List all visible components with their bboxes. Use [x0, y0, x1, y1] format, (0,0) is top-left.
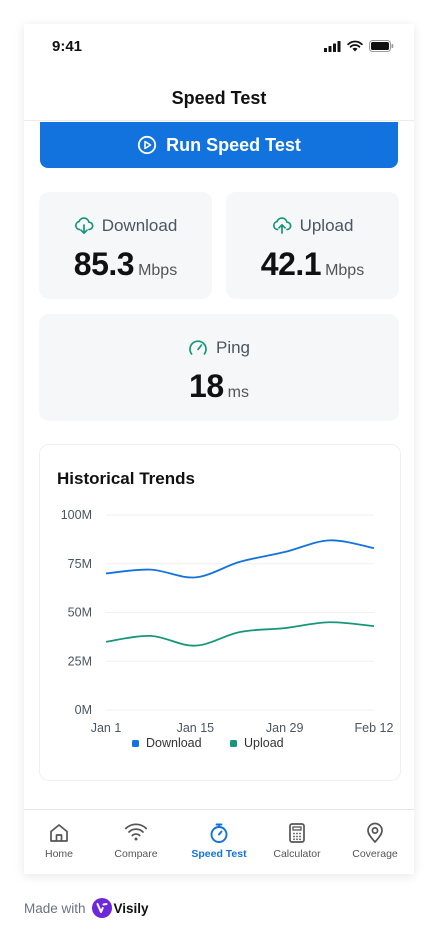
upload-value: 42.1 — [260, 246, 322, 282]
tab-compare-label: Compare — [114, 848, 158, 860]
upload-label: Upload — [299, 216, 354, 235]
bottom-tab-bar: Home Compare Speed Test Calculator Cover… — [24, 809, 414, 874]
x-tick-label: Jan 15 — [177, 721, 215, 735]
tab-speed-test[interactable]: Speed Test — [180, 822, 258, 860]
wifi-status-icon — [347, 40, 363, 52]
wifi-icon — [124, 823, 148, 841]
y-tick-label: 50M — [68, 606, 92, 620]
ping-label: Ping — [215, 338, 251, 357]
cloud-upload-icon — [272, 217, 292, 234]
trend-chart: 0M 25M 50M 75M 100M Jan 1 Jan 15 Jan 29 Feb 12 Do… — [61, 508, 394, 750]
status-icons — [324, 40, 394, 52]
cloud-download-icon — [74, 217, 94, 235]
tab-coverage-label: Coverage — [352, 848, 398, 860]
made-with-label: Made with — [24, 900, 86, 916]
x-tick-label: Jan 1 — [91, 721, 122, 735]
location-pin-icon — [367, 822, 383, 843]
battery-icon — [369, 40, 394, 52]
visily-logo-icon — [91, 898, 112, 918]
upload-card: Upload 42.1 Mbps — [226, 192, 399, 299]
run-button-label: Run Speed Test — [166, 134, 301, 155]
play-circle-icon — [138, 135, 157, 155]
tab-calculator[interactable]: Calculator — [258, 822, 336, 860]
legend-swatch-download — [132, 740, 139, 747]
x-tick-label: Jan 29 — [266, 721, 304, 735]
signal-icon — [324, 40, 341, 52]
visily-logo[interactable]: Visily — [91, 898, 149, 918]
download-unit: Mbps — [138, 262, 178, 279]
series-line-download — [105, 539, 375, 579]
download-value-row: 85.3 Mbps — [39, 246, 212, 283]
download-label: Download — [101, 216, 178, 235]
header: Speed Test — [24, 72, 414, 121]
tab-calculator-label: Calculator — [273, 848, 321, 860]
ping-value-row: 18 ms — [39, 368, 399, 405]
download-value: 85.3 — [73, 246, 135, 282]
run-speed-test-button[interactable]: Run Speed Test — [40, 122, 398, 168]
tab-speed-test-label: Speed Test — [191, 848, 247, 860]
download-header: Download — [39, 216, 212, 236]
legend-label-upload: Upload — [244, 736, 284, 750]
y-tick-label: 100M — [61, 508, 92, 522]
status-time: 9:41 — [52, 38, 83, 55]
tab-compare[interactable]: Compare — [97, 822, 175, 860]
legend-label-download: Download — [146, 736, 202, 750]
made-with-footer: Made with Visily — [24, 898, 149, 918]
ping-value: 18 — [189, 368, 224, 404]
gauge-icon — [189, 340, 207, 355]
home-icon — [50, 824, 68, 842]
legend-swatch-upload — [230, 740, 237, 747]
visily-brand: Visily — [113, 900, 149, 916]
tab-home-label: Home — [44, 848, 73, 860]
y-tick-label: 25M — [68, 654, 92, 668]
historical-trends-card: Historical Trends 0M 25M 50M 75M 100M Jan 1 Ja… — [39, 444, 401, 781]
download-card: Download 85.3 Mbps — [39, 192, 212, 299]
upload-value-row: 42.1 Mbps — [226, 246, 399, 283]
tab-coverage[interactable]: Coverage — [336, 822, 414, 860]
y-tick-label: 0M — [75, 703, 92, 717]
series-line-upload — [105, 621, 375, 647]
y-tick-label: 75M — [68, 557, 92, 571]
stopwatch-icon — [210, 823, 228, 843]
upload-header: Upload — [226, 216, 399, 236]
upload-unit: Mbps — [325, 262, 365, 279]
ping-card: Ping 18 ms — [39, 314, 399, 421]
status-bar: 9:41 — [24, 24, 414, 72]
ping-unit: ms — [227, 384, 249, 401]
phone-frame: 9:41 Speed Test Run Speed Test Download … — [24, 24, 414, 874]
ping-header: Ping — [39, 338, 399, 358]
x-tick-label: Feb 12 — [355, 721, 394, 735]
calculator-icon — [289, 823, 305, 843]
page-title: Speed Test — [171, 88, 267, 108]
tab-home[interactable]: Home — [24, 822, 98, 860]
